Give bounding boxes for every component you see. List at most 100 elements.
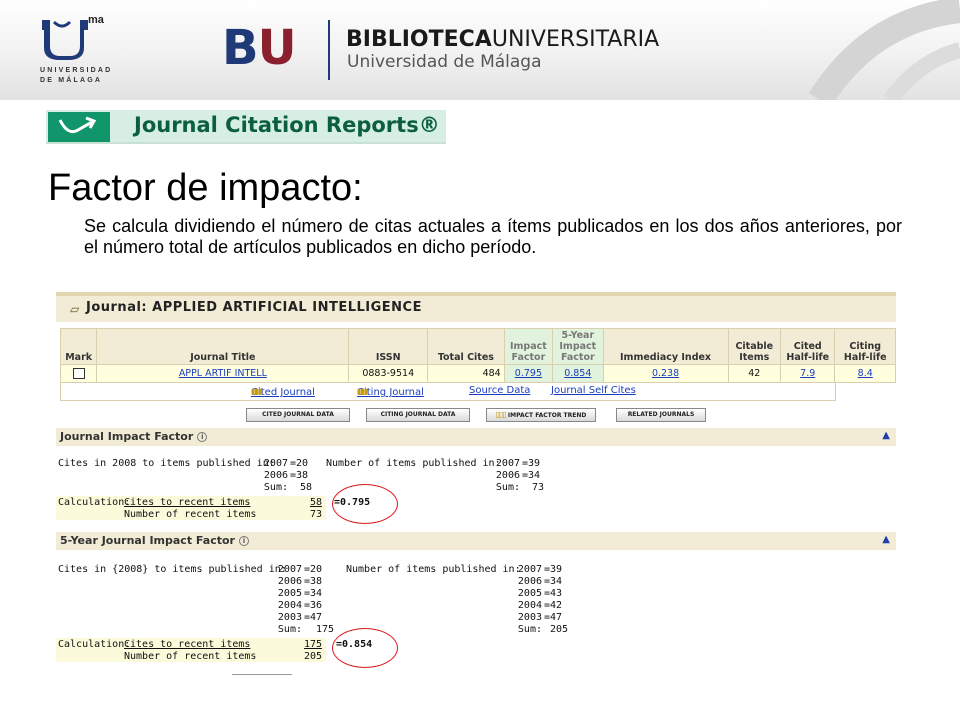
bottom-divider	[232, 674, 292, 675]
related-journals-button[interactable]: RELATED JOURNALS	[616, 408, 706, 422]
bu-logo-u: U	[257, 20, 297, 76]
jif-calc-label: Calculation:	[58, 497, 131, 508]
cited-half-life-cell: 7.9	[779, 364, 836, 383]
fy-cites-year-2005: 2005	[277, 588, 302, 599]
fy-cites-sum-label: Sum:	[277, 624, 302, 635]
jif-items-sum: 73	[532, 482, 545, 493]
fy-cites-year-2004: 2004	[277, 600, 302, 611]
fy-items-value-2007: =39	[544, 564, 563, 575]
mark-checkbox[interactable]	[72, 368, 85, 379]
total-cites-cell: 484	[427, 364, 505, 383]
jif-cites-sum-label: Sum:	[263, 482, 288, 493]
uma-emblem-icon	[42, 20, 88, 60]
col-issn: ISSN	[348, 328, 429, 365]
journal-title-bar: ▱ Journal: APPLIED ARTIFICIAL INTELLIGEN…	[56, 292, 896, 322]
fy-highlight-oval	[332, 628, 398, 668]
fy-items-year-2007: 2007	[517, 564, 542, 575]
five-year-section-header[interactable]: 5-Year Journal Impact Factor i ▲	[56, 532, 896, 550]
jif-items-value-2006: =34	[522, 470, 541, 481]
jif-items-year-2006: 2006	[495, 470, 520, 481]
col-citable-items: Citable Items	[727, 328, 782, 365]
impact-factor-trend-button[interactable]: ▯▯▯ IMPACT FACTOR TREND	[486, 408, 596, 422]
header-banner: ma UNIVERSIDAD DE MÁLAGA BU BIBLIOTECAUN…	[0, 0, 960, 100]
uma-logo: ma UNIVERSIDAD DE MÁLAGA	[36, 12, 126, 90]
info-icon[interactable]: i	[197, 432, 208, 442]
col-five-year-if: 5-Year Impact Factor	[552, 328, 604, 365]
impact-factor-link[interactable]: 0.795	[515, 368, 542, 379]
five-year-if-link[interactable]: 0.854	[564, 368, 591, 379]
fy-items-sum-label: Sum:	[517, 624, 542, 635]
cited-journal-data-button[interactable]: CITED JOURNAL DATA	[246, 408, 350, 422]
jif-cites-year-2006: 2006	[263, 470, 288, 481]
cited-journal-chart-icon[interactable]: ▮▮▮	[251, 387, 262, 396]
fy-items-value-2005: =43	[544, 588, 563, 599]
col-impact-factor: Impact Factor	[503, 328, 554, 365]
jif-cites-value-2007: =20	[290, 458, 309, 469]
journal-links-row: Cited Journal ▮▮▮ Citing Journal ▮▮▮ Sou…	[60, 383, 836, 401]
jcr-arrow-icon	[48, 112, 110, 142]
journal-title-link[interactable]: APPL ARTIF INTELL	[179, 368, 267, 379]
collapse-up-icon[interactable]: ▲	[882, 534, 890, 545]
journal-table: Mark Journal Title ISSN Total Cites Impa…	[59, 328, 896, 383]
fy-items-value-2004: =42	[544, 600, 563, 611]
journal-self-cites-link[interactable]: Journal Self Cites	[551, 385, 636, 396]
citing-half-life-link[interactable]: 8.4	[858, 368, 873, 379]
citing-half-life-cell: 8.4	[834, 364, 896, 383]
jif-cites-recent-link[interactable]: Cites to recent items	[124, 497, 250, 509]
citing-journal-data-button[interactable]: CITING JOURNAL DATA	[366, 408, 470, 422]
immediacy-link[interactable]: 0.238	[652, 368, 679, 379]
library-title-light: UNIVERSITARIA	[491, 27, 660, 52]
uma-wordmark: UNIVERSIDAD DE MÁLAGA	[40, 66, 112, 86]
definition-paragraph: Se calcula dividiendo el número de citas…	[84, 216, 902, 257]
uma-ma-text: ma	[88, 14, 104, 26]
jif-cites-value-2006: =38	[290, 470, 309, 481]
fy-cites-year-2007: 2007	[277, 564, 302, 575]
cited-half-life-link[interactable]: 7.9	[800, 368, 815, 379]
journal-title: Journal: APPLIED ARTIFICIAL INTELLIGENCE	[86, 300, 422, 315]
fy-calc-label: Calculation:	[58, 639, 131, 650]
jif-cites-sum: 58	[300, 482, 313, 493]
mark-cell	[59, 364, 98, 383]
fy-numerator-link[interactable]: 175	[286, 639, 322, 651]
trend-chart-icon: ▯▯▯	[495, 410, 507, 419]
info-icon[interactable]: i	[238, 536, 249, 546]
library-title-bold: BIBLIOTECA	[346, 27, 492, 52]
jif-items-year-2007: 2007	[495, 458, 520, 469]
col-citing-half-life: Citing Half-life	[834, 328, 896, 365]
table-row: APPL ARTIF INTELL 0883-9514 484 0.795 0.…	[59, 364, 896, 383]
bu-logo-b: B	[222, 20, 259, 76]
citing-journal-chart-icon[interactable]: ▮▮▮	[357, 387, 368, 396]
collapse-up-icon[interactable]: ▲	[882, 430, 890, 441]
fy-items-year-2006: 2006	[517, 576, 542, 587]
journal-title-cell: APPL ARTIF INTELL	[96, 364, 350, 383]
fy-cites-recent-link[interactable]: Cites to recent items	[124, 639, 250, 651]
header-divider	[328, 20, 330, 80]
five-year-cites-label: Cites in {2008} to items published in:	[58, 564, 287, 575]
library-title: BIBLIOTECAUNIVERSITARIA	[346, 28, 659, 52]
jcr-screenshot: ▱ Journal: APPLIED ARTIFICIAL INTELLIGEN…	[56, 292, 896, 684]
impact-factor-trend-label: IMPACT FACTOR TREND	[507, 412, 587, 419]
five-year-items-label: Number of items published in:	[346, 564, 521, 575]
fy-items-sum: 205	[550, 624, 569, 635]
source-data-link[interactable]: Source Data	[469, 385, 530, 396]
jif-section-header[interactable]: Journal Impact Factor i ▲	[56, 428, 896, 446]
uma-line-2: DE MÁLAGA	[40, 77, 103, 84]
jif-section-title-text: Journal Impact Factor	[60, 430, 194, 443]
fy-items-year-2004: 2004	[517, 600, 542, 611]
col-cited-half-life: Cited Half-life	[779, 328, 836, 365]
col-journal-title: Journal Title	[96, 328, 350, 365]
jif-items-label: Number of items published in:	[326, 458, 501, 469]
jif-highlight-oval	[332, 484, 398, 524]
fy-cites-value-2004: =36	[304, 600, 323, 611]
jif-denominator: 73	[309, 509, 322, 520]
fy-cites-value-2006: =38	[304, 576, 323, 587]
fy-items-year-2003: 2003	[517, 612, 542, 623]
journal-icon: ▱	[70, 302, 80, 316]
fy-items-value-2006: =34	[544, 576, 563, 587]
col-immediacy-index: Immediacy Index	[602, 328, 729, 365]
fy-cites-value-2005: =34	[304, 588, 323, 599]
jif-numerator-link[interactable]: 58	[286, 497, 322, 509]
impact-factor-cell: 0.795	[503, 364, 554, 383]
bu-logo: BU	[222, 18, 297, 78]
fy-items-value-2003: =47	[544, 612, 563, 623]
